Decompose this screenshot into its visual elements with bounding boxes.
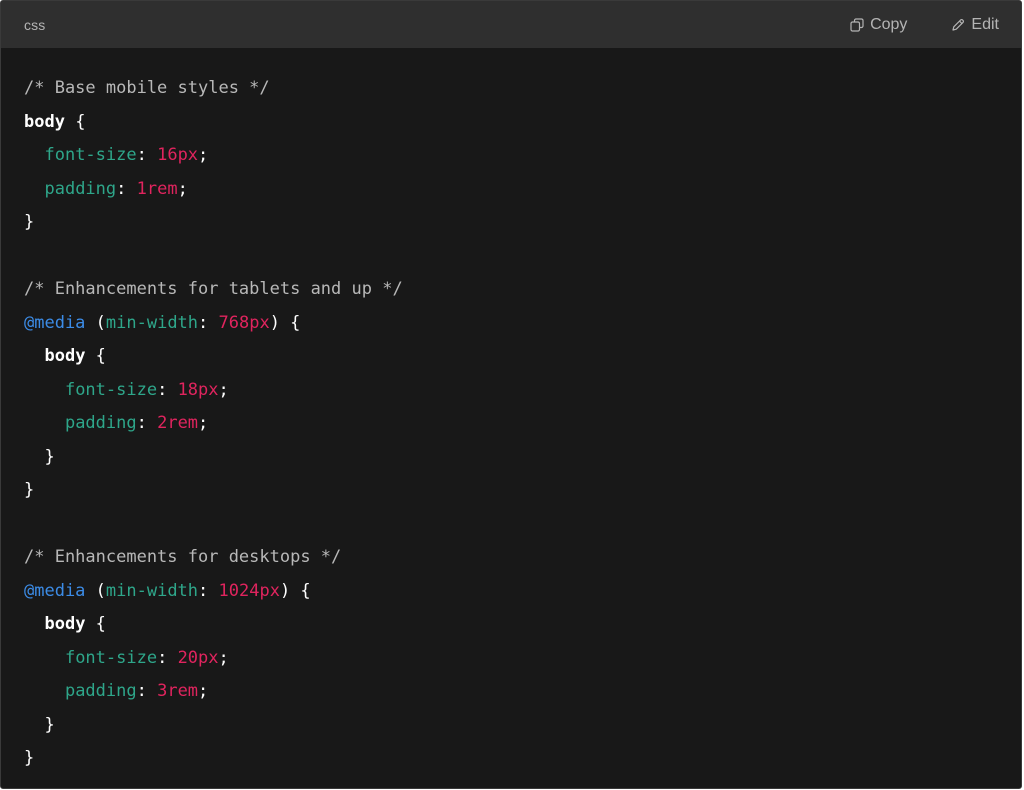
code-token-punct: : — [136, 145, 158, 165]
code-block: css Copy Edit /* Base mobile styles */ b… — [0, 0, 1022, 789]
code-token-punct: } — [24, 748, 35, 768]
code-token-at: @media — [24, 580, 86, 601]
code-token-punct: ; — [177, 178, 188, 199]
code-line: font-size: 18px; — [24, 374, 1021, 408]
code-token-punct: : — [198, 312, 219, 333]
pencil-icon — [951, 18, 965, 32]
code-token-punct: ) { — [269, 312, 301, 333]
code-line: font-size: 16px; — [24, 139, 1021, 173]
code-token-punct: : — [157, 379, 178, 400]
code-token-punct: ) { — [279, 580, 311, 601]
code-token-punct: : — [116, 178, 137, 199]
code-token-prop: padding — [64, 413, 137, 433]
code-token-punct — [24, 380, 65, 400]
code-token-prop: font-size — [44, 145, 137, 165]
code-token-value: 16px — [157, 145, 199, 165]
code-token-selector: body — [44, 346, 86, 366]
code-token-feature: min-width — [105, 312, 199, 333]
code-token-punct: ; — [218, 647, 229, 668]
code-line: padding: 2rem; — [24, 407, 1021, 441]
code-line: body { — [24, 340, 1021, 374]
code-token-punct: { — [64, 111, 86, 132]
code-line: /* Enhancements for desktops */ — [24, 541, 1021, 575]
code-token-punct — [24, 681, 65, 701]
code-content: /* Base mobile styles */ body { font-size… — [1, 48, 1021, 776]
code-line: @media (min-width: 768px) { — [24, 307, 1021, 341]
code-line: /* Base mobile styles */ — [24, 72, 1021, 106]
code-token-punct: ; — [198, 413, 209, 433]
code-token-value: 2rem — [157, 413, 199, 433]
code-token-punct: ( — [85, 580, 106, 601]
code-line: @media (min-width: 1024px) { — [24, 575, 1021, 609]
code-token-punct — [24, 145, 44, 165]
code-token-prop: padding — [44, 178, 117, 199]
code-line: } — [24, 441, 1021, 475]
code-token-punct: : — [136, 681, 158, 701]
code-token-prop: font-size — [64, 379, 158, 400]
edit-button-label: Edit — [971, 15, 999, 33]
code-token-selector: body — [44, 614, 86, 634]
code-token-comment: /* Enhancements for desktops */ — [24, 547, 342, 567]
code-token-punct: } — [24, 212, 35, 232]
code-token-at: @media — [24, 312, 86, 333]
code-token-feature: min-width — [105, 580, 199, 601]
code-token-punct: } — [24, 480, 35, 500]
copy-icon — [850, 17, 864, 32]
code-token-punct: { — [85, 614, 106, 634]
code-token-prop: font-size — [64, 647, 158, 668]
code-token-prop: padding — [64, 681, 137, 701]
code-line: } — [24, 206, 1021, 240]
copy-button[interactable]: Copy — [850, 16, 907, 34]
code-token-punct: : — [157, 647, 178, 668]
code-block-header: css Copy Edit — [1, 1, 1021, 48]
code-token-punct: ; — [198, 145, 209, 165]
code-token-value: 18px — [177, 379, 219, 400]
code-line: body { — [24, 608, 1021, 642]
code-token-punct: } — [24, 446, 55, 467]
code-line: /* Enhancements for tablets and up */ — [24, 273, 1021, 307]
code-token-value: 3rem — [157, 681, 199, 701]
code-line: body { — [24, 106, 1021, 140]
code-token-value: 768px — [218, 312, 270, 333]
code-token-value: 1024px — [218, 580, 280, 601]
language-label: css — [24, 16, 46, 33]
code-token-punct — [24, 346, 44, 366]
code-token-punct: } — [24, 714, 55, 735]
code-line: } — [24, 709, 1021, 743]
code-token-punct: : — [198, 580, 219, 601]
copy-button-label: Copy — [870, 15, 908, 33]
code-token-punct: { — [85, 346, 106, 366]
code-token-punct: ; — [198, 681, 209, 701]
code-token-punct — [24, 179, 44, 199]
code-token-value: 1rem — [136, 178, 178, 199]
code-line: padding: 1rem; — [24, 173, 1021, 207]
code-actions: Copy Edit — [850, 16, 999, 34]
code-token-punct: ( — [85, 312, 106, 333]
edit-button[interactable]: Edit — [951, 16, 999, 34]
code-line: font-size: 20px; — [24, 642, 1021, 676]
code-token-value: 20px — [177, 647, 219, 668]
code-line: } — [24, 474, 1021, 508]
code-line: } — [24, 742, 1021, 776]
code-token-punct: : — [136, 413, 158, 433]
code-token-punct — [24, 413, 65, 433]
code-token-punct — [24, 648, 65, 668]
code-token-comment: /* Enhancements for tablets and up */ — [24, 279, 403, 299]
code-line: padding: 3rem; — [24, 675, 1021, 709]
code-token-selector: body — [24, 111, 65, 132]
code-token-comment: /* Base mobile styles */ — [24, 78, 270, 98]
code-token-punct: ; — [218, 379, 229, 400]
code-token-punct — [24, 614, 44, 634]
